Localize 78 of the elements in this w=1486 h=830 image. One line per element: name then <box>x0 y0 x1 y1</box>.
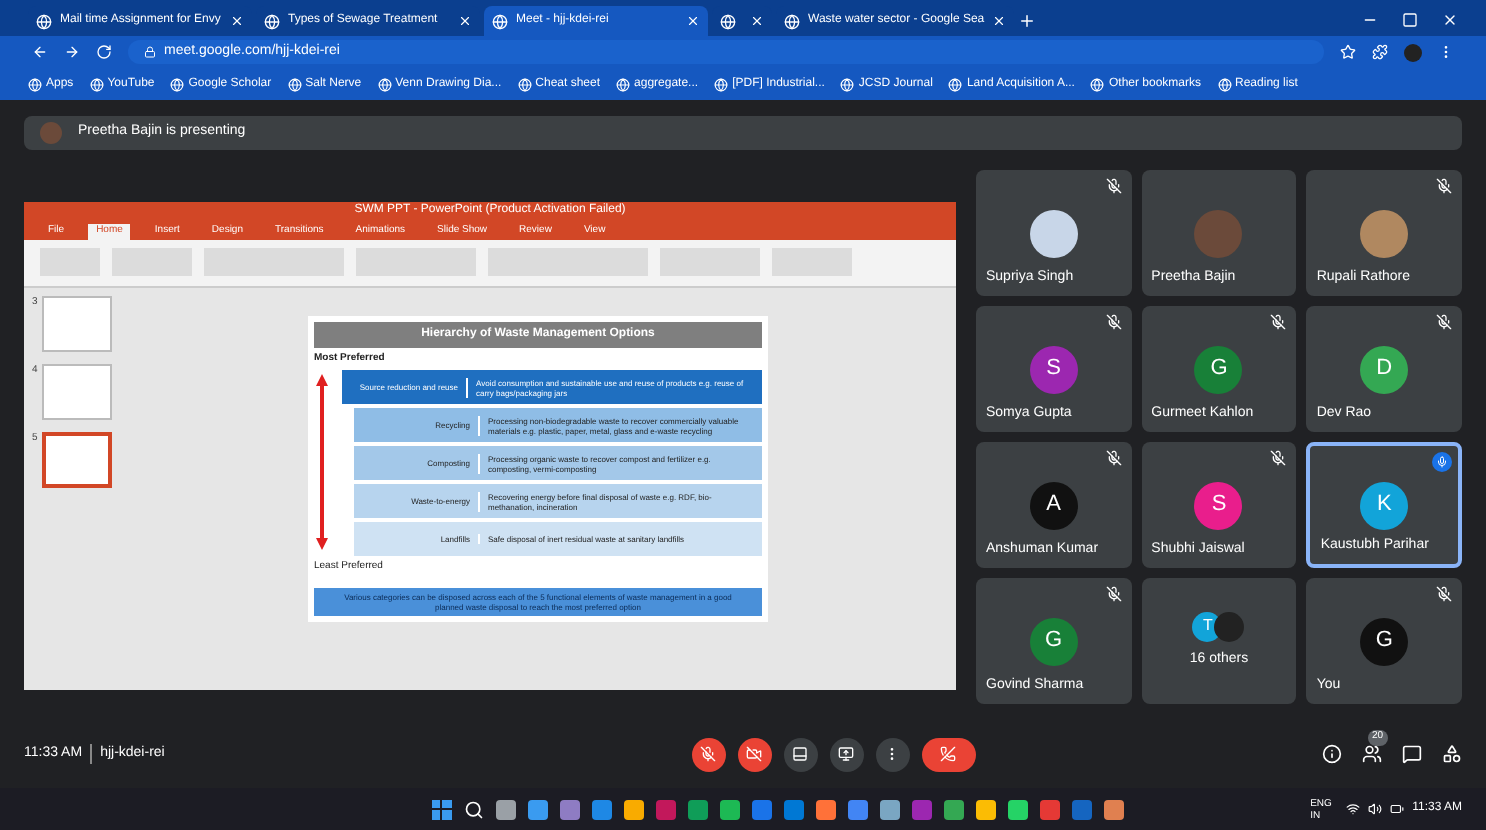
globe-icon <box>287 77 302 91</box>
avatar: G <box>1360 617 1409 665</box>
close-icon[interactable] <box>1442 12 1458 28</box>
back-icon[interactable] <box>32 44 48 60</box>
globe-icon <box>714 77 729 91</box>
new-tab-icon[interactable] <box>1018 12 1037 30</box>
camera-off-icon <box>746 746 763 762</box>
tab-favicon-icon <box>784 13 800 29</box>
mic-button[interactable] <box>691 737 726 771</box>
globe-icon <box>1217 77 1232 91</box>
leave-call-button[interactable] <box>921 737 976 771</box>
avatar: G <box>1194 345 1243 393</box>
forward-icon[interactable] <box>64 44 80 60</box>
globe-icon <box>517 77 532 91</box>
bookmark-star-icon[interactable] <box>1340 44 1356 60</box>
globe-icon <box>616 77 631 91</box>
globe-icon <box>840 77 855 91</box>
app-icon[interactable] <box>559 799 580 819</box>
present-button[interactable] <box>829 737 864 771</box>
slide-thumbnail[interactable] <box>41 363 112 419</box>
app-icon[interactable] <box>943 799 964 819</box>
app-icon[interactable] <box>847 799 868 819</box>
chat-icon[interactable] <box>1402 744 1422 764</box>
tab-favicon-icon <box>264 13 280 29</box>
close-icon[interactable] <box>992 14 1007 28</box>
app-icon[interactable] <box>1007 799 1028 819</box>
tab-favicon-icon <box>492 13 508 29</box>
avatar: D <box>1360 345 1409 393</box>
activities-icon[interactable] <box>1442 744 1462 764</box>
avatar <box>40 122 62 144</box>
close-icon[interactable] <box>686 14 700 28</box>
avatar: G <box>1029 617 1078 665</box>
tab-favicon-icon <box>720 13 736 29</box>
app-icon[interactable] <box>591 799 612 819</box>
start-icon[interactable] <box>431 799 452 819</box>
app-icon[interactable] <box>495 799 516 819</box>
maximize-icon[interactable] <box>1402 12 1418 28</box>
present-screen-icon <box>838 746 855 762</box>
battery-icon <box>1390 802 1405 816</box>
app-icon[interactable] <box>719 799 740 819</box>
info-icon[interactable] <box>1322 744 1342 764</box>
globe-icon <box>170 77 185 91</box>
close-icon[interactable] <box>750 14 764 28</box>
camera-button[interactable] <box>737 737 772 771</box>
app-icon[interactable] <box>879 799 900 819</box>
slide-thumbnail[interactable] <box>41 295 112 351</box>
tab-favicon-icon <box>36 13 52 29</box>
close-icon[interactable] <box>230 14 244 28</box>
avatar: S <box>1194 481 1243 529</box>
globe-icon <box>948 77 963 91</box>
captions-icon <box>792 746 809 762</box>
mic-off-icon <box>700 746 717 762</box>
avatar <box>1214 611 1245 642</box>
globe-icon <box>1090 77 1105 91</box>
captions-button[interactable] <box>783 737 818 771</box>
people-icon[interactable] <box>1362 744 1382 764</box>
app-icon[interactable] <box>687 799 708 819</box>
avatar: A <box>1029 481 1078 529</box>
reload-icon[interactable] <box>96 44 112 60</box>
slide-thumbnail[interactable] <box>41 431 112 487</box>
wifi-icon <box>1346 802 1361 816</box>
globe-icon <box>377 77 392 91</box>
hang-up-icon <box>940 746 957 762</box>
app-icon[interactable] <box>815 799 836 819</box>
globe-icon <box>89 77 104 91</box>
avatar: S <box>1029 345 1078 393</box>
globe-icon <box>28 77 42 91</box>
extensions-icon[interactable] <box>1372 44 1388 60</box>
close-icon[interactable] <box>458 14 472 28</box>
search-icon[interactable] <box>463 799 484 819</box>
app-icon[interactable] <box>527 799 548 819</box>
volume-icon <box>1368 802 1383 816</box>
lock-icon <box>144 46 156 58</box>
app-icon[interactable] <box>975 799 996 819</box>
app-icon[interactable] <box>623 799 644 819</box>
profile-avatar[interactable] <box>1404 43 1422 61</box>
avatar: K <box>1360 481 1409 529</box>
app-icon[interactable] <box>1103 799 1124 819</box>
